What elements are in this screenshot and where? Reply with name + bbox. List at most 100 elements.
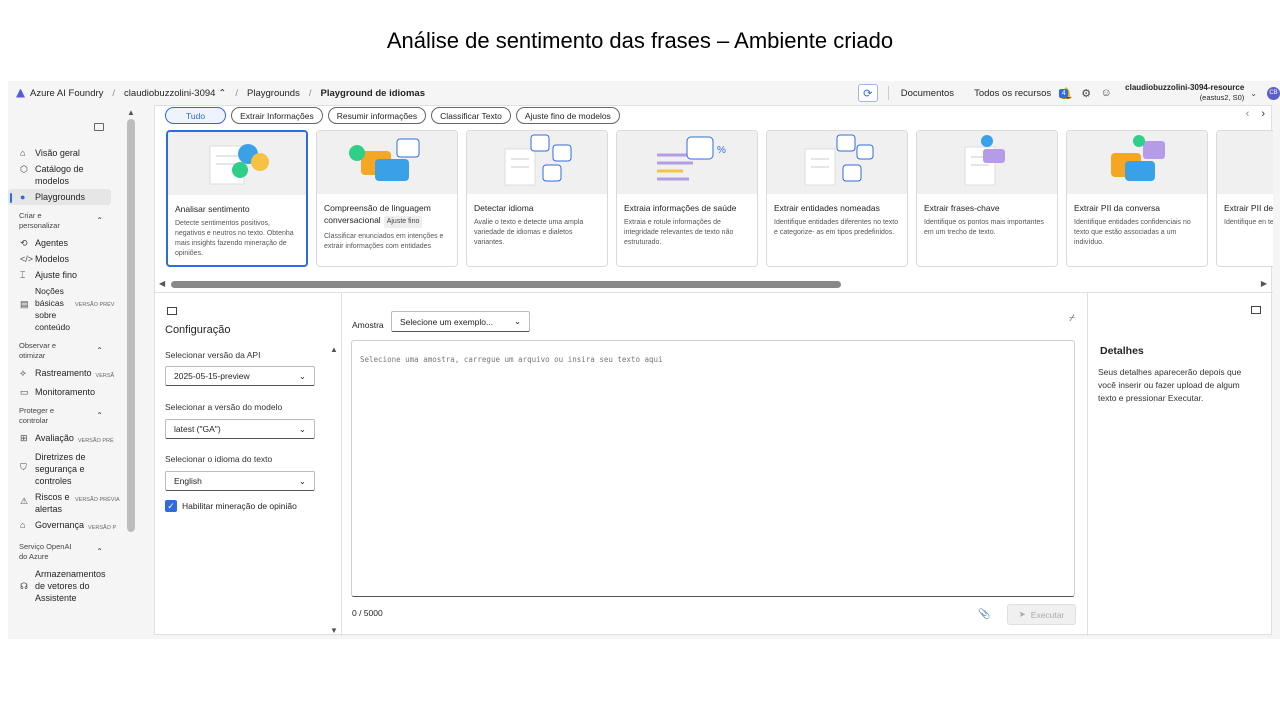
section-label: Serviço OpenAI do Azure [19,542,72,561]
card-illustration [317,131,457,194]
all-resources-link[interactable]: Todos os recursos [974,88,1051,99]
finetune-pill: Ajuste fino [383,216,423,228]
chip-finetune[interactable]: Ajuste fino de modelos [515,107,620,124]
card-title: Analisar sentimento [175,204,250,214]
sidebar-item-label: Diretrizes de segurança e controles [35,452,86,486]
sidebar-scrollbar[interactable]: ▲ [126,105,136,639]
sidebar-item-content-basics[interactable]: ▤ Noções básicas sobre conteúdo VERSÃO PRÉ… [8,283,123,335]
model-version-value: latest ("GA") [174,424,221,434]
chevron-down-icon[interactable]: ⌄ [1250,89,1257,98]
sidebar-item-governance[interactable]: ⌂ Governança VERSÃO P [8,517,123,536]
card-keyphrases[interactable]: Extrair frases-chave Identifique os pont… [916,130,1058,267]
card-pii-conversation[interactable]: Extrair PII da conversa Identifique enti… [1066,130,1208,267]
sidebar-item-finetune[interactable]: ⌶ Ajuste fino [8,267,123,283]
card-illustration [767,131,907,194]
card-description: Identifique entidades confidenciais no t… [1074,219,1191,246]
app-logo[interactable]: Azure AI Foundry [16,88,103,99]
input-panel: Amostra Selecione um exemplo... ⌄ ⌿ Selec… [342,292,1087,636]
sample-select[interactable]: Selecione um exemplo... ⌄ [391,311,530,332]
clear-broom-icon[interactable]: ⌿ [1069,313,1075,324]
section-observar[interactable]: Observar e otimizar ⌃ [8,335,123,365]
card-clu[interactable]: Compreensão de linguagem conversacional A… [316,130,458,267]
entities-illustration-icon [804,134,874,186]
scroll-up-icon[interactable]: ▲ [127,108,135,117]
chip-classify[interactable]: Classificar Texto [431,107,511,124]
language-illustration-icon [504,134,572,186]
agent-icon: ⟲ [20,238,28,248]
section-label: Criar e personalizar [19,211,60,230]
sidebar-collapse-icon[interactable] [94,123,104,131]
configuration-panel: Configuração Selecionar versão da API 20… [155,292,342,636]
preview-tag: VERSÃO PRÉVIA [75,497,120,503]
card-sentiment[interactable]: Analisar sentimento Detecte sentimentos … [166,130,308,267]
card-language-detect[interactable]: Detectar idioma Avalie o texto e detecte… [466,130,608,267]
opinion-mining-checkbox[interactable]: ✓ Habilitar mineração de opinião [165,500,297,512]
text-language-label: Selecionar o idioma do texto [165,454,273,464]
sidebar-item-playgrounds[interactable]: ● Playgrounds [8,189,111,205]
api-version-select[interactable]: 2025-05-15-preview ⌄ [165,366,315,386]
scroll-left-icon[interactable]: ◀ [159,279,165,288]
conversation-illustration-icon [349,138,420,181]
scroll-right-icon[interactable]: ▶ [1261,279,1267,288]
cards-scrollbar[interactable]: ◀ ▶ [159,279,1269,289]
notification-badge: 4 [1059,89,1069,98]
notifications-icon[interactable]: 🔔4 [1059,86,1073,100]
card-health[interactable]: % Extraia informações de saúde Extraia e… [616,130,758,267]
sidebar-item-vector-stores[interactable]: ☊ Armazenamentos de vetores do Assistente [8,566,123,606]
tune-icon: ⌶ [20,270,26,280]
card-description: Extraia e rotule informações de integrid… [624,219,734,246]
divider [887,86,889,100]
sidebar-item-overview[interactable]: ⌂ Visão geral [8,145,123,161]
docs-link[interactable]: Documentos [901,88,954,99]
panel-expand-icon[interactable] [1251,306,1261,314]
chevron-up-icon: ⌃ [96,411,103,420]
scroll-up-icon[interactable]: ▲ [330,345,338,354]
sidebar-item-safety[interactable]: ⛉ Diretrizes de segurança e controles [8,449,123,489]
scrollbar-thumb[interactable] [127,119,135,532]
card-title: Detectar idioma [474,203,534,213]
feedback-smiley-icon[interactable]: ☺ [1099,86,1113,100]
gear-icon[interactable]: ⚙ [1079,86,1093,100]
sidebar-item-label: Riscos e alertas [35,492,70,514]
sidebar-item-label: Modelos [35,254,70,264]
text-input[interactable]: Selecione uma amostra, carregue um arqui… [351,340,1075,597]
panel-toggle-icon[interactable] [167,307,177,315]
config-scrollbar[interactable]: ▲ ▼ [330,345,340,635]
chip-all[interactable]: Tudo [165,107,227,124]
sidebar: ⌂ Visão geral ⬡ Catálogo de modelos ● Playg… [8,105,123,639]
chevron-right-icon[interactable]: › [1261,108,1265,120]
details-panel: Detalhes Seus detalhes aparecerão depois… [1087,292,1273,636]
run-button[interactable]: ➤ Executar [1007,604,1076,625]
breadcrumb-project[interactable]: claudiobuzzolini-3094 ⌃ [124,88,226,99]
card-pii-document[interactable]: Extrair PII de Identifique en texto que … [1216,130,1273,267]
preview-tag: VERSÃO PRÉ [77,438,114,444]
sidebar-item-models[interactable]: </> Modelos [8,251,123,267]
account-info[interactable]: claudiobuzzolini-3094-resource (eastus2,… [1125,83,1244,103]
chip-summarize[interactable]: Resumir informações [327,107,427,124]
section-criar[interactable]: Criar e personalizar ⌃ [8,205,123,235]
attach-icon[interactable]: 📎 [978,609,990,620]
chip-extract[interactable]: Extrair Informações [231,107,323,124]
refresh-icon[interactable]: ⟳ [857,84,878,102]
sidebar-item-model-catalog[interactable]: ⬡ Catálogo de modelos [8,161,123,189]
scrollbar-thumb[interactable] [171,281,841,288]
sidebar-item-evaluation[interactable]: ⊞ Avaliação VERSÃO PRÉ [8,430,123,449]
breadcrumb-playgrounds[interactable]: Playgrounds [247,88,300,99]
card-ner[interactable]: Extrair entidades nomeadas Identifique e… [766,130,908,267]
sidebar-item-agents[interactable]: ⟲ Agentes [8,235,123,251]
text-language-select[interactable]: English ⌄ [165,471,315,491]
card-title: Compreensão de linguagem conversacional A… [317,194,457,228]
account-name: claudiobuzzolini-3094-resource [1125,83,1245,92]
scroll-down-icon[interactable]: ▼ [330,626,338,635]
avatar[interactable]: CB [1267,86,1280,100]
sidebar-item-tracing[interactable]: ⟡ Rastreamento VERSÃ [8,365,123,384]
sidebar-item-risks[interactable]: ⚠ Riscos e alertas VERSÃO PRÉVIA [8,489,123,517]
code-icon: </> [20,254,34,264]
chevron-left-icon[interactable]: ‹ [1246,108,1250,120]
model-version-select[interactable]: latest ("GA") ⌄ [165,419,315,439]
alert-icon: ⚠ [20,496,29,506]
sidebar-item-monitoring[interactable]: ▭ Monitoramento [8,384,123,400]
preview-tag: VERSÃO P [88,525,117,531]
section-proteger[interactable]: Proteger e controlar ⌃ [8,400,123,430]
section-openai[interactable]: Serviço OpenAI do Azure ⌃ [8,536,123,566]
